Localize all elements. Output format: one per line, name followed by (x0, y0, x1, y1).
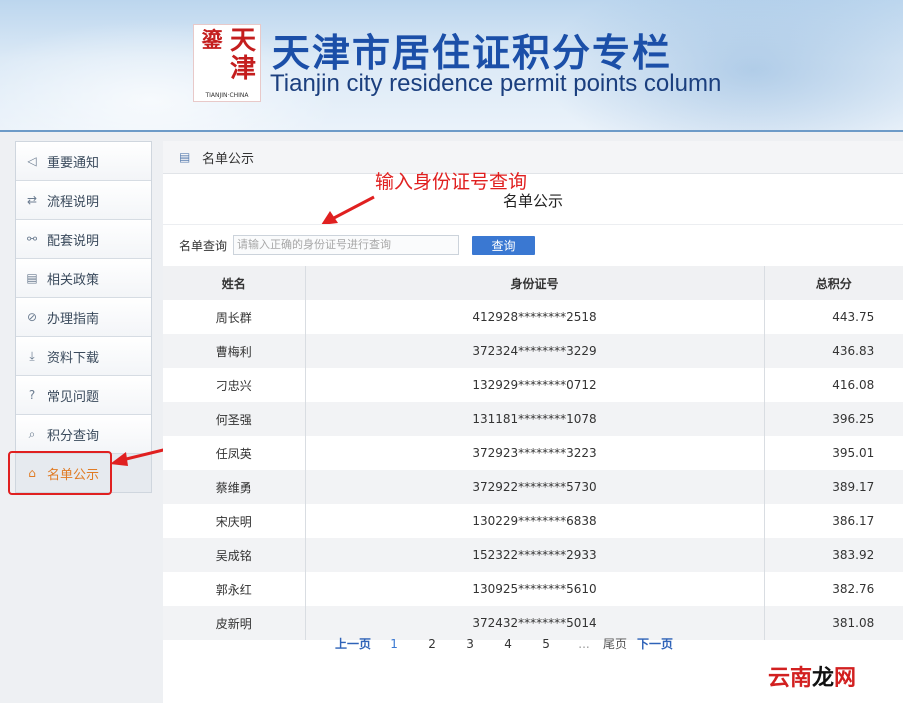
table-row: 何圣强 131181********1078 396.25 (163, 402, 903, 436)
list-title: 名单公示 (502, 192, 563, 210)
cell-score: 443.75 (764, 300, 903, 334)
page-link-2[interactable]: 2 (413, 637, 451, 651)
site-subtitle: Tianjin city residence permit points col… (270, 70, 722, 97)
sidebar-item-label: 常见问题 (47, 389, 100, 405)
cell-id-number: 372324********3229 (305, 334, 765, 368)
cell-score: 396.25 (764, 402, 903, 436)
cell-score: 416.08 (764, 368, 903, 402)
panel-breadcrumb: 名单公示 (202, 151, 255, 167)
sidebar-item-label: 重要通知 (47, 155, 100, 171)
query-button[interactable]: 查询 (472, 235, 536, 255)
cell-id-number: 132929********0712 (305, 368, 765, 402)
flow-icon: ⇄ (26, 193, 38, 207)
search-icon: ⌕ (28, 426, 36, 441)
cell-score: 381.08 (764, 606, 903, 640)
cell-score: 382.76 (764, 572, 903, 606)
cell-name: 曹梅利 (163, 334, 306, 368)
speaker-icon: ◁ (27, 154, 37, 168)
sidebar-item-6[interactable]: ⤓ 资料下载 (16, 337, 151, 376)
table-header-row: 姓名 身份证号 总积分 (163, 266, 903, 300)
site-watermark: 云南龙网 (768, 660, 856, 692)
divider (163, 224, 903, 225)
logo-seal-right: 天津 (229, 26, 256, 84)
cell-id-number: 372923********3223 (305, 436, 765, 470)
cell-name: 任凤英 (163, 436, 306, 470)
page-link-5[interactable]: 5 (527, 637, 565, 651)
page-link-4[interactable]: 4 (489, 637, 527, 651)
table-row: 宋庆明 130229********6838 386.17 (163, 504, 903, 538)
cell-id-number: 130925********5610 (305, 572, 765, 606)
sidebar-item-1[interactable]: ◁ 重要通知 (16, 142, 151, 181)
cell-id-number: 130229********6838 (305, 504, 765, 538)
page-link-1[interactable]: 1 (375, 637, 413, 651)
results-table: 姓名 身份证号 总积分 周长群 412928********2518 443.75 曹… (163, 266, 903, 640)
cell-id-number: 152322********2933 (305, 538, 765, 572)
cell-name: 何圣强 (163, 402, 306, 436)
document-icon: ▤ (26, 271, 38, 285)
cell-score: 383.92 (764, 538, 903, 572)
table-row: 曹梅利 372324********3229 436.83 (163, 334, 903, 368)
query-row: 名单查询 查询 (179, 235, 536, 255)
page-ellipsis: ... (578, 636, 590, 651)
sidebar-item-label: 流程说明 (47, 194, 100, 210)
sidebar-item-2[interactable]: ⇄ 流程说明 (16, 181, 151, 220)
cell-name: 刁忠兴 (163, 368, 306, 402)
last-page-link[interactable]: 尾页 (603, 635, 627, 652)
table-row: 周长群 412928********2518 443.75 (163, 300, 903, 334)
main-panel: ▤ 名单公示 输入身份证号查询 名单公示 名单查询 查询 姓名 身份证号 总积分… (163, 141, 903, 703)
tianjin-logo: 鎏 天津 TIANJIN·CHINA (193, 24, 261, 102)
cell-score: 386.17 (764, 504, 903, 538)
column-header-id: 身份证号 (305, 266, 765, 300)
page-link-3[interactable]: 3 (451, 637, 489, 651)
compass-icon: ⊘ (26, 310, 38, 324)
highlight-box (8, 451, 112, 495)
cell-id-number: 412928********2518 (305, 300, 765, 334)
table-row: 郭永红 130925********5610 382.76 (163, 572, 903, 606)
site-title: 天津市居住证积分专栏 (272, 31, 673, 75)
panel-header: ▤ 名单公示 (163, 141, 903, 174)
pagination: 上一页 1 2 3 4 5 ... 尾页 下一页 (335, 635, 673, 652)
table-row: 吴成铭 152322********2933 383.92 (163, 538, 903, 572)
watermark-part-3: 网 (834, 666, 857, 691)
watermark-part-1: 云南 (768, 666, 813, 691)
sidebar-item-4[interactable]: ▤ 相关政策 (16, 259, 151, 298)
sidebar-item-label: 相关政策 (47, 272, 100, 288)
cell-name: 郭永红 (163, 572, 306, 606)
sidebar-item-3[interactable]: ⚯ 配套说明 (16, 220, 151, 259)
column-header-name: 姓名 (163, 266, 306, 300)
prev-page-link[interactable]: 上一页 (335, 635, 371, 652)
cell-name: 皮新明 (163, 606, 306, 640)
query-label: 名单查询 (179, 238, 228, 253)
table-row: 蔡维勇 372922********5730 389.17 (163, 470, 903, 504)
sidebar-item-label: 资料下载 (47, 350, 100, 366)
watermark-part-2: 龙 (812, 666, 835, 691)
question-icon: ? (28, 388, 36, 402)
cell-score: 389.17 (764, 470, 903, 504)
sidebar-item-5[interactable]: ⊘ 办理指南 (16, 298, 151, 337)
next-page-link[interactable]: 下一页 (637, 635, 673, 652)
sidebar-item-label: 配套说明 (47, 233, 100, 249)
cell-name: 周长群 (163, 300, 306, 334)
sidebar-item-label: 办理指南 (47, 311, 100, 327)
link-icon: ⚯ (26, 232, 38, 246)
download-icon: ⤓ (29, 348, 35, 363)
cell-score: 436.83 (764, 334, 903, 368)
list-icon: ▤ (179, 150, 191, 164)
column-header-score: 总积分 (764, 266, 903, 300)
sidebar-item-label: 积分查询 (47, 428, 100, 444)
cell-name: 宋庆明 (163, 504, 306, 538)
header-banner: 鎏 天津 TIANJIN·CHINA 天津市居住证积分专栏 Tianjin ci… (0, 0, 903, 132)
table-row: 任凤英 372923********3223 395.01 (163, 436, 903, 470)
cell-name: 蔡维勇 (163, 470, 306, 504)
sidebar-item-7[interactable]: ? 常见问题 (16, 376, 151, 415)
cell-score: 395.01 (764, 436, 903, 470)
cell-id-number: 372922********5730 (305, 470, 765, 504)
logo-seal-left: 鎏 (201, 27, 223, 52)
logo-caption: TIANJIN·CHINA (205, 92, 249, 99)
id-search-input[interactable] (233, 235, 460, 255)
table-row: 刁忠兴 132929********0712 416.08 (163, 368, 903, 402)
cell-name: 吴成铭 (163, 538, 306, 572)
cell-id-number: 131181********1078 (305, 402, 765, 436)
